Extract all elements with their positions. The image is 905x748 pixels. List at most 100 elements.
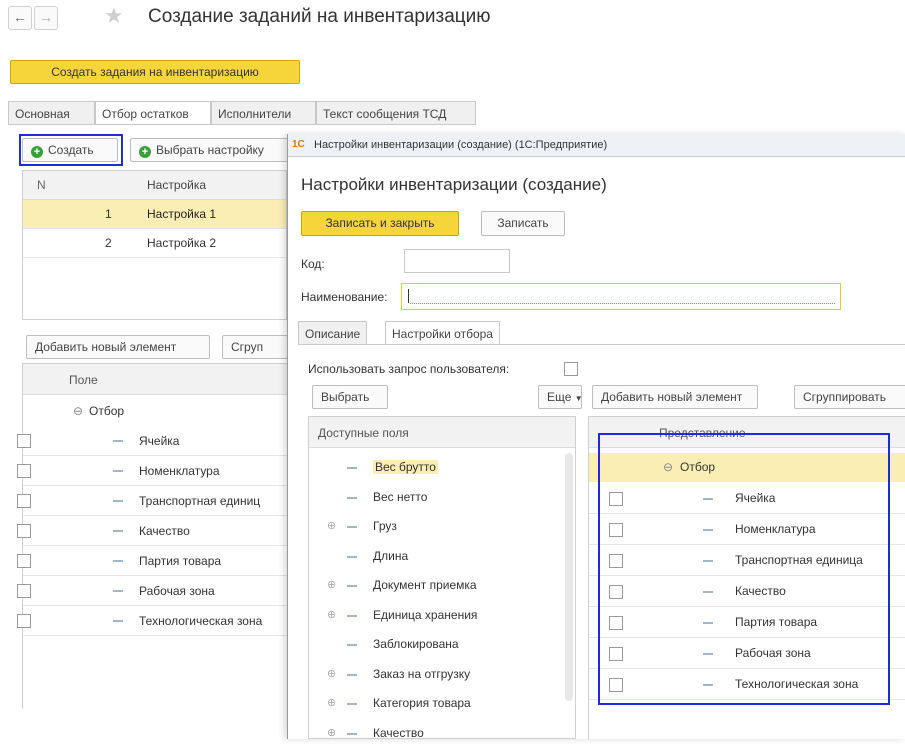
save-button[interactable]: Записать [481, 211, 565, 236]
add-new-element-button[interactable]: Добавить новый элемент [26, 335, 210, 359]
choose-setting-button[interactable]: + Выбрать настройку [130, 138, 290, 162]
group-button[interactable]: Сгруп [222, 335, 288, 359]
available-fields-panel: Доступные поля Вес брутто Вес нетто ⊕ Груз Д… [308, 416, 576, 740]
available-field-item[interactable]: Вес брутто [309, 453, 559, 482]
expand-icon[interactable]: ⊕ [327, 578, 336, 591]
highlight-create [19, 134, 123, 166]
field-label: Длина [373, 548, 409, 563]
create-tasks-button[interactable]: Создать задания на инвентаризацию [10, 60, 300, 84]
page-title: Создание заданий на инвентаризацию [148, 6, 491, 27]
item-checkbox[interactable] [17, 584, 31, 598]
add-new-element-button[interactable]: Добавить новый элемент [592, 385, 758, 409]
name-label: Наименование: [301, 290, 388, 304]
favorite-star-icon[interactable]: ★ [104, 3, 124, 29]
available-fields-header: Доступные поля [309, 417, 575, 448]
text-cursor [408, 289, 409, 303]
table-row[interactable]: 1 Настройка 1 [23, 200, 286, 229]
expand-icon[interactable]: ⊕ [327, 519, 336, 532]
field-label: Заблокирована [373, 637, 459, 651]
highlight-filter-tree [598, 433, 890, 705]
available-field-item[interactable]: Вес нетто [309, 483, 559, 512]
choose-button[interactable]: Выбрать [312, 385, 388, 409]
available-field-item[interactable]: ⊕ Качество [309, 719, 559, 748]
expand-icon[interactable]: ⊕ [327, 667, 336, 680]
more-button[interactable]: Еще ▼ [538, 385, 583, 409]
dialog-titlebar: 1С Настройки инвентаризации (создание) (… [288, 134, 905, 157]
field-icon [347, 644, 357, 646]
field-icon [347, 703, 357, 705]
list-item[interactable]: Номенклатура [17, 456, 288, 486]
available-field-item[interactable]: ⊕ Единица хранения [309, 601, 559, 630]
more-label: Еще [547, 390, 572, 404]
tab-description[interactable]: Описание [298, 321, 368, 345]
list-item[interactable]: Партия товара [17, 546, 288, 576]
item-checkbox[interactable] [17, 614, 31, 628]
field-icon [347, 673, 357, 676]
settings-table-header: N Настройка [23, 171, 286, 200]
tab-2[interactable]: Исполнители [211, 101, 316, 125]
field-icon [113, 560, 123, 562]
name-field[interactable] [401, 283, 841, 310]
field-icon [347, 555, 357, 558]
expand-icon[interactable]: ⊕ [327, 696, 336, 709]
available-field-item[interactable]: ⊕ Категория товара [309, 689, 559, 718]
field-icon [347, 614, 357, 617]
tabs-divider [8, 124, 288, 125]
expand-icon[interactable]: ⊕ [327, 726, 336, 739]
list-item[interactable]: Ячейка [17, 426, 288, 456]
filter-root-row[interactable]: ⊖ Отбор [23, 396, 288, 425]
row-number: 2 [105, 236, 112, 250]
dropdown-arrow-icon: ▼ [574, 394, 583, 403]
field-label: Заказ на отгрузку [373, 666, 471, 681]
available-field-item[interactable]: ⊕ Документ приемка [309, 571, 559, 600]
tab-filter-settings[interactable]: Настройки отбора [385, 321, 500, 345]
list-item[interactable]: Качество [17, 516, 288, 546]
list-item[interactable]: Транспортная единиц [17, 486, 288, 516]
forward-button[interactable]: → [34, 6, 58, 30]
field-label: Вес брутто [373, 460, 438, 474]
field-label: Вес нетто [373, 489, 428, 504]
item-checkbox[interactable] [17, 554, 31, 568]
item-label: Рабочая зона [139, 584, 215, 598]
field-icon [113, 530, 123, 532]
row-number: 1 [105, 207, 112, 221]
available-field-item[interactable]: ⊕ Груз [309, 512, 559, 541]
available-field-item[interactable]: ⊕ Заказ на отгрузку [309, 660, 559, 689]
settings-table: N Настройка 1 Настройка 1 2 Настройка 2 [22, 170, 287, 320]
field-icon [113, 500, 123, 502]
collapse-icon[interactable]: ⊖ [73, 404, 83, 418]
field-column-header: Поле [69, 373, 98, 387]
row-setting-name: Настройка 2 [147, 236, 217, 250]
field-icon [347, 496, 357, 499]
field-icon [113, 590, 123, 592]
tab-0[interactable]: Основная [8, 101, 95, 125]
field-label: Единица хранения [373, 607, 478, 622]
back-button[interactable]: ← [8, 6, 32, 30]
use-query-checkbox[interactable] [564, 362, 578, 376]
available-field-item[interactable]: Заблокирована [309, 630, 559, 659]
item-checkbox[interactable] [17, 464, 31, 478]
dialog-window-title: Настройки инвентаризации (создание) (1С:… [314, 139, 608, 151]
group-button[interactable]: Сгруппировать [794, 385, 905, 409]
field-icon [113, 620, 123, 622]
item-checkbox[interactable] [17, 434, 31, 448]
tab-3[interactable]: Текст сообщения ТСД [316, 101, 476, 125]
expand-icon[interactable]: ⊕ [327, 608, 336, 621]
code-field[interactable] [404, 249, 510, 273]
tab-1[interactable]: Отбор остатков [95, 101, 211, 125]
item-checkbox[interactable] [17, 524, 31, 538]
item-label: Партия товара [139, 554, 222, 568]
table-row[interactable]: 2 Настройка 2 [23, 229, 286, 258]
available-fields-header-label: Доступные поля [318, 426, 409, 440]
scrollbar[interactable] [565, 453, 573, 701]
available-field-item[interactable]: Длина [309, 542, 559, 571]
column-setting-header: Настройка [147, 178, 207, 192]
list-item[interactable]: Технологическая зона [17, 606, 288, 636]
save-and-close-button[interactable]: Записать и закрыть [301, 211, 459, 236]
list-item[interactable]: Рабочая зона [17, 576, 288, 606]
use-query-label: Использовать запрос пользователя: [308, 362, 510, 376]
item-checkbox[interactable] [17, 494, 31, 508]
field-icon [347, 585, 357, 587]
item-label: Номенклатура [139, 464, 220, 478]
field-icon [347, 467, 357, 469]
